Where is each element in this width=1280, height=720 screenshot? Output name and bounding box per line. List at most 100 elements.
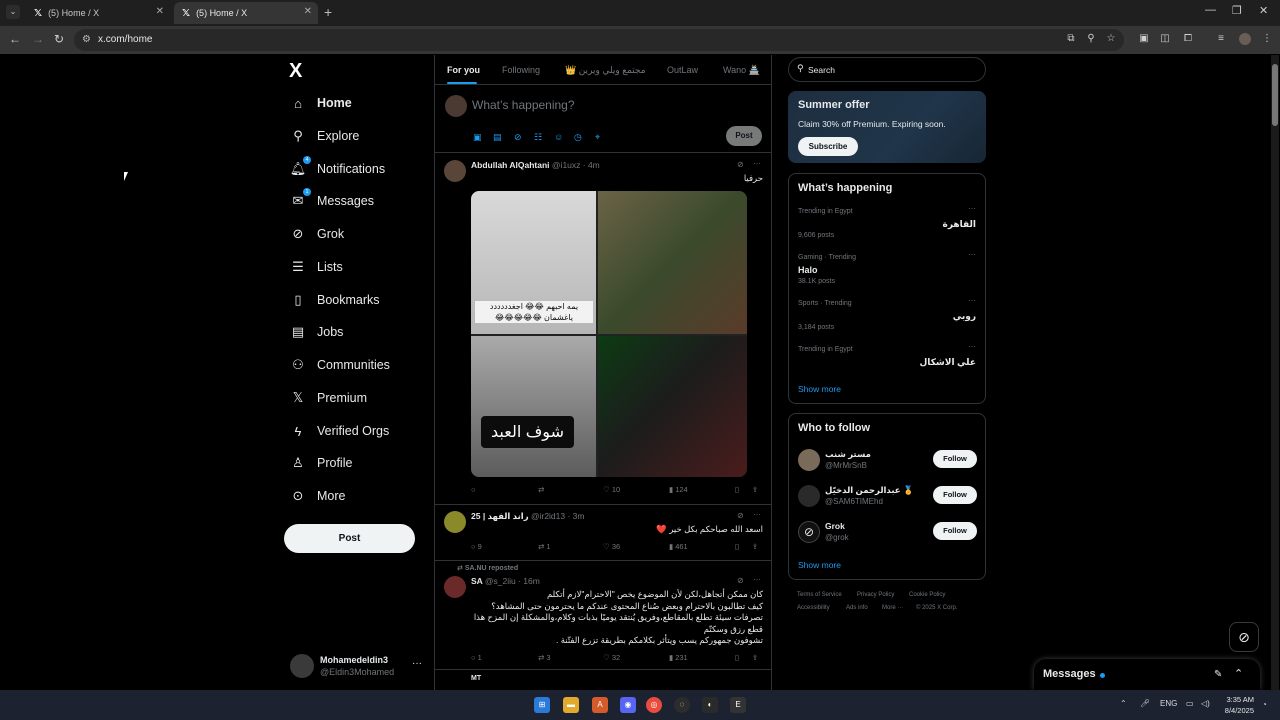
trend-name[interactable]: روبي bbox=[953, 311, 976, 322]
show-more-link[interactable]: Show more bbox=[798, 384, 841, 394]
nav-verified-orgs[interactable]: ϟ Verified Orgs bbox=[290, 419, 390, 443]
media-image[interactable]: شوف العبد bbox=[471, 336, 596, 477]
bookmark-icon[interactable]: ▯ bbox=[735, 653, 739, 662]
epic-games-icon[interactable]: E bbox=[730, 697, 746, 713]
install-app-icon[interactable]: ⧉ bbox=[1065, 33, 1077, 45]
footer-link[interactable]: Privacy Policy bbox=[857, 592, 894, 598]
more-icon[interactable]: ··· bbox=[968, 204, 976, 213]
nav-jobs[interactable]: ▤ Jobs bbox=[290, 320, 344, 344]
footer-link[interactable]: Cookie Policy bbox=[909, 592, 945, 598]
media-image[interactable] bbox=[598, 336, 747, 477]
start-menu-icon[interactable]: ⊞ bbox=[534, 697, 550, 713]
follow-button[interactable]: Follow bbox=[933, 522, 977, 540]
nav-profile[interactable]: ♙ Profile bbox=[290, 451, 352, 475]
profile-avatar[interactable] bbox=[1239, 33, 1251, 45]
schedule-icon[interactable]: ◷ bbox=[574, 132, 582, 143]
language-indicator[interactable]: ENG bbox=[1160, 699, 1177, 708]
messages-drawer[interactable]: Messages ✎ ⌃ bbox=[1034, 659, 1260, 690]
extension-icon[interactable]: ▣ bbox=[1138, 33, 1150, 45]
volume-icon[interactable]: ◁) bbox=[1201, 699, 1210, 708]
repost-icon[interactable]: ⇄ 1 bbox=[538, 542, 551, 551]
app-icon[interactable]: A bbox=[592, 697, 608, 713]
follow-name[interactable]: Grok bbox=[825, 521, 845, 531]
follow-name[interactable]: مستر شنب bbox=[825, 449, 871, 460]
image-icon[interactable]: ▣ bbox=[473, 132, 482, 143]
nav-communities[interactable]: ⚇ Communities bbox=[290, 353, 390, 377]
follow-button[interactable]: Follow bbox=[933, 450, 977, 468]
scrollbar-thumb[interactable] bbox=[1272, 64, 1278, 126]
like-icon[interactable]: ♡ 36 bbox=[603, 542, 620, 551]
avatar[interactable] bbox=[444, 160, 466, 182]
grok-icon[interactable]: ⊘ bbox=[514, 132, 522, 143]
url-text[interactable]: x.com/home bbox=[98, 34, 152, 45]
zoom-icon[interactable]: ⚲ bbox=[1085, 33, 1097, 45]
file-explorer-icon[interactable]: ▬ bbox=[563, 697, 579, 713]
avatar[interactable] bbox=[444, 576, 466, 598]
new-tab-button[interactable]: + bbox=[324, 4, 332, 20]
network-icon[interactable]: ▭ bbox=[1186, 699, 1194, 708]
tweet-media[interactable]: يمه احبهم 😂😂 اجغدددددد ياغشمان 😂😂😂😂😂 شوف… bbox=[471, 191, 747, 477]
media-control-icon[interactable]: ≡ bbox=[1215, 33, 1227, 45]
tweet-author[interactable]: راند الفهد | 25 @ir2id13 · 3m bbox=[471, 511, 584, 522]
nav-bookmarks[interactable]: ▯ Bookmarks bbox=[290, 288, 379, 312]
compose-message-icon[interactable]: ✎ bbox=[1214, 669, 1222, 680]
subscribe-button[interactable]: Subscribe bbox=[798, 137, 858, 156]
browser-tab[interactable]: 𝕏 (5) Home / X ✕ bbox=[26, 2, 170, 24]
grok-icon[interactable]: ⊘ bbox=[737, 511, 744, 520]
site-info-icon[interactable]: ⚙ bbox=[82, 34, 91, 45]
repost-icon[interactable]: ⇄ 3 bbox=[538, 653, 551, 662]
extensions-puzzle-icon[interactable]: ⧠ bbox=[1182, 33, 1194, 45]
post-button[interactable]: Post bbox=[284, 524, 415, 553]
grok-floating-button[interactable]: ⊘ bbox=[1229, 622, 1259, 652]
more-icon[interactable]: ··· bbox=[753, 159, 761, 168]
avatar[interactable] bbox=[444, 511, 466, 533]
nav-messages[interactable]: ✉ 1 Messages bbox=[290, 188, 374, 213]
chrome-icon[interactable]: ◎ bbox=[646, 697, 662, 713]
nav-notifications[interactable]: 🔔︎ 4 Notifications bbox=[290, 156, 385, 181]
account-switcher[interactable]: Mohamedeldin3 @Eldin3Mohamed ··· bbox=[290, 654, 430, 680]
tab-wano[interactable]: Wano 🏯 bbox=[723, 65, 760, 76]
share-icon[interactable]: ⇪ bbox=[752, 485, 758, 494]
reply-icon[interactable]: ○ 1 bbox=[471, 653, 482, 662]
more-icon[interactable]: ··· bbox=[968, 296, 976, 305]
media-image[interactable]: يمه احبهم 😂😂 اجغدددددد ياغشمان 😂😂😂😂😂 bbox=[471, 191, 596, 334]
reply-icon[interactable]: ○ bbox=[471, 485, 476, 494]
reply-icon[interactable]: ○ 9 bbox=[471, 542, 482, 551]
forward-icon[interactable]: → bbox=[32, 32, 44, 46]
expand-icon[interactable]: ⌃ bbox=[1234, 667, 1243, 680]
like-icon[interactable]: ♡ 10 bbox=[603, 485, 620, 494]
footer-link[interactable]: Ads info bbox=[846, 605, 868, 611]
media-image[interactable] bbox=[598, 191, 747, 334]
footer-link[interactable]: Terms of Service bbox=[797, 592, 842, 598]
nav-grok[interactable]: ⊘ Grok bbox=[290, 222, 345, 246]
x-logo[interactable]: X bbox=[289, 60, 302, 83]
share-icon[interactable]: ⇪ bbox=[752, 653, 758, 662]
minimize-icon[interactable]: — bbox=[1205, 4, 1216, 16]
grok-icon[interactable]: ⊘ bbox=[737, 160, 744, 169]
bookmark-icon[interactable]: ▯ bbox=[735, 485, 739, 494]
clock-time[interactable]: 3:35 AM bbox=[1224, 695, 1254, 704]
share-icon[interactable]: ⇪ bbox=[752, 542, 758, 551]
show-more-link[interactable]: Show more bbox=[798, 560, 841, 570]
reload-icon[interactable]: ↻ bbox=[54, 32, 64, 46]
browser-menu-icon[interactable]: ⋮ bbox=[1261, 33, 1273, 45]
microphone-icon[interactable]: 🎤︎ bbox=[1140, 699, 1150, 708]
notifications-icon[interactable]: ◔ bbox=[1262, 700, 1267, 709]
follow-name[interactable]: عبدالرحمن الدخيّل 🏅 bbox=[825, 485, 914, 496]
discord-icon[interactable]: ◉ bbox=[620, 697, 636, 713]
repost-icon[interactable]: ⇄ bbox=[538, 485, 544, 494]
clock-date[interactable]: 8/4/2025 bbox=[1212, 706, 1254, 715]
trend-name[interactable]: علي الاشكال bbox=[920, 357, 977, 368]
follow-button[interactable]: Follow bbox=[933, 486, 977, 504]
views-icon[interactable]: ▮ 461 bbox=[669, 542, 688, 551]
emoji-icon[interactable]: ☺ bbox=[554, 132, 563, 142]
compose-input[interactable]: What’s happening? bbox=[472, 98, 575, 112]
trend-name[interactable]: Halo bbox=[798, 265, 818, 275]
more-icon[interactable]: ··· bbox=[412, 658, 422, 669]
browser-tab-active[interactable]: 𝕏 (5) Home / X ✕ bbox=[174, 2, 318, 24]
tab-search-button[interactable]: ⌄ bbox=[6, 5, 20, 19]
close-tab-icon[interactable]: ✕ bbox=[304, 6, 312, 17]
poll-icon[interactable]: ☷ bbox=[534, 132, 542, 143]
scrollbar-track[interactable] bbox=[1271, 55, 1279, 690]
tray-overflow-icon[interactable]: ⌃ bbox=[1120, 699, 1127, 708]
